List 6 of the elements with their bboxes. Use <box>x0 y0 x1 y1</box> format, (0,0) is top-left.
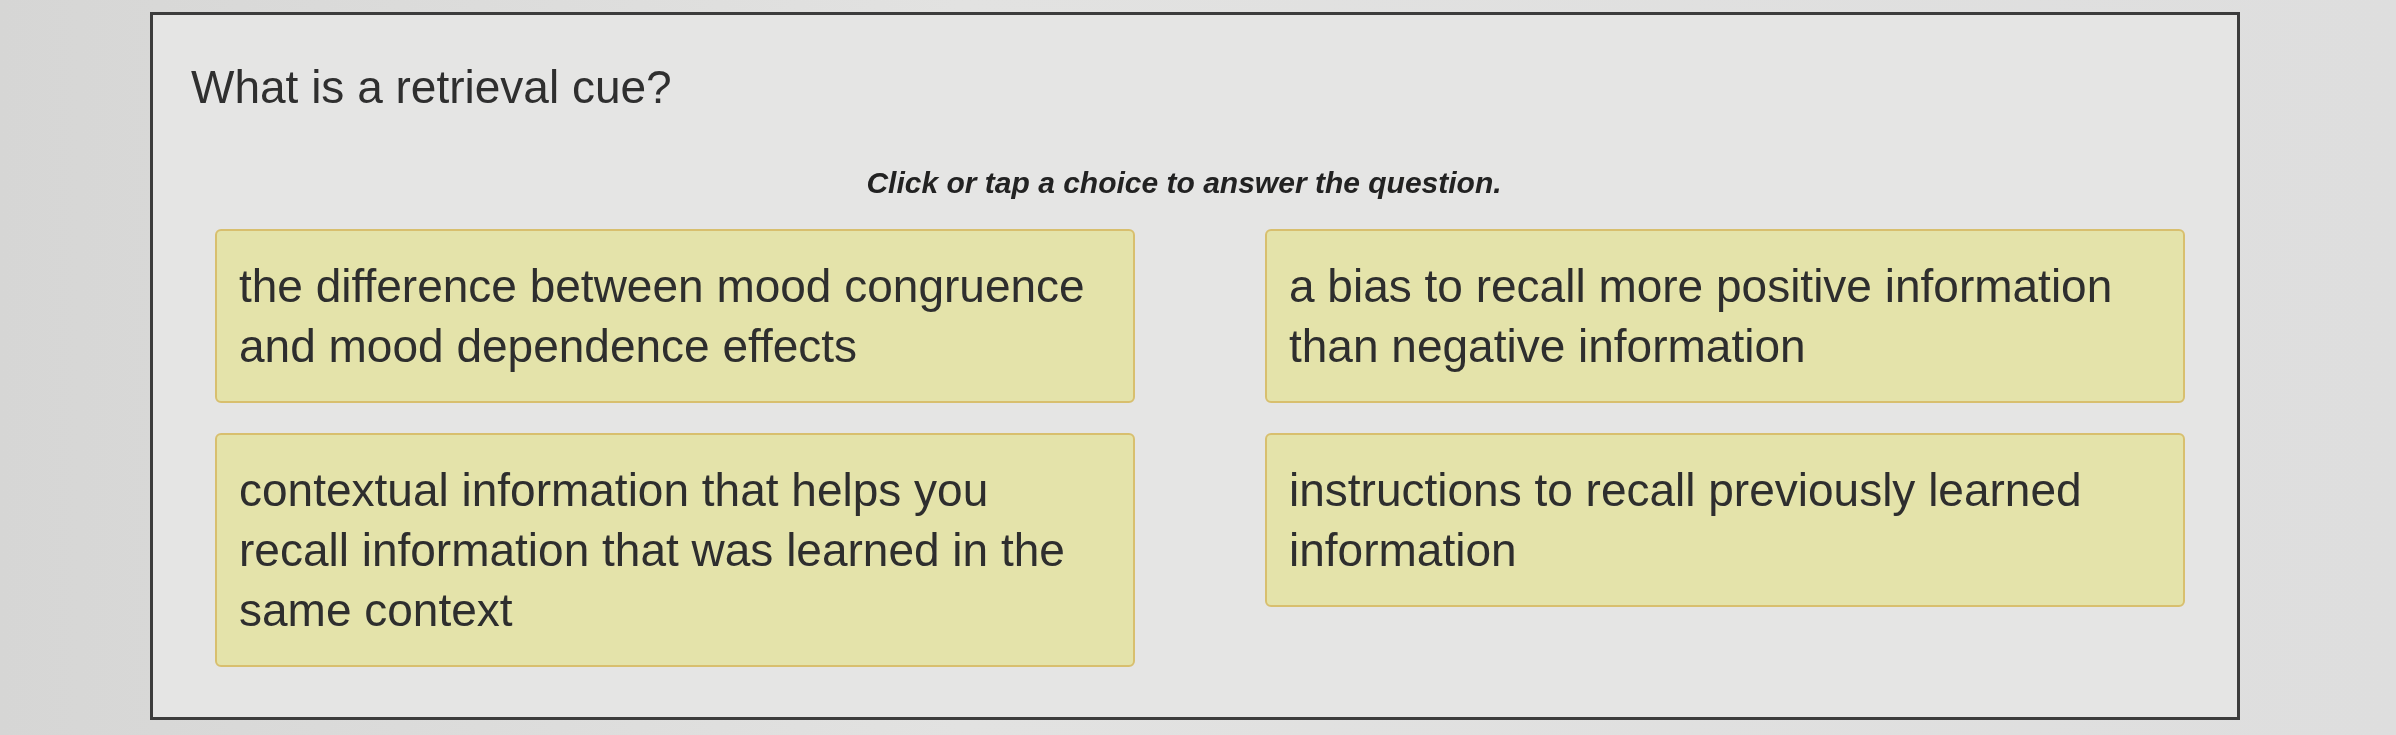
answer-choice[interactable]: instructions to recall previously learned information <box>1265 433 2185 607</box>
question-text: What is a retrieval cue? <box>191 60 672 115</box>
answer-choice[interactable]: a bias to recall more positive information than negative information <box>1265 229 2185 403</box>
answer-choice[interactable]: the difference between mood congruence and mood dependence effects <box>215 229 1135 403</box>
instruction-text: Click or tap a choice to answer the question. <box>866 165 1502 201</box>
answer-choice[interactable]: contextual information that helps you recall information that was learned in the same context <box>215 433 1135 667</box>
